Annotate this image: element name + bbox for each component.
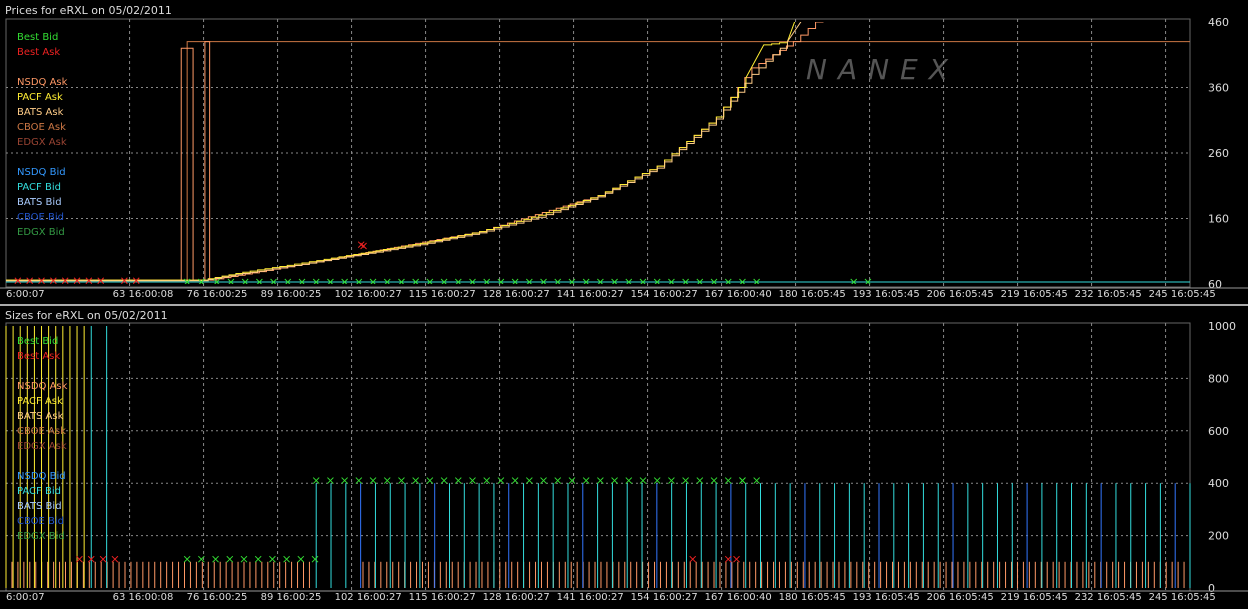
x-tick-label: 115 16:00:27: [409, 289, 476, 300]
x-tick-label: 89 16:00:25: [261, 289, 322, 300]
legend-item: CBOE Bid: [17, 516, 64, 527]
x-tick-label: 154 16:00:27: [631, 289, 698, 300]
x-tick-label: 6:00:07: [6, 592, 45, 603]
legend-item: PACF Ask: [17, 92, 63, 103]
chart-svg: Prices for eRXL on 05/02/2011 NANEX Best…: [0, 0, 1248, 605]
x-tick-label: 180 16:05:45: [779, 289, 846, 300]
x-tick-label: 128 16:00:27: [483, 289, 550, 300]
legend-item: CBOE Bid: [17, 212, 64, 223]
legend-item: EDGX Ask: [17, 137, 67, 148]
x-tick-label: 180 16:05:45: [779, 592, 846, 603]
chart-window: Prices for eRXL on 05/02/2011 NANEX Best…: [0, 0, 1248, 605]
y-tick-label: 160: [1208, 213, 1229, 226]
legend-item: Best Ask: [17, 351, 60, 362]
legend-item: BATS Bid: [17, 501, 62, 512]
legend-item: EDGX Bid: [17, 531, 65, 542]
x-tick-label: 141 16:00:27: [557, 289, 624, 300]
x-tick-label: 76 16:00:25: [187, 592, 248, 603]
y-tick-label: 360: [1208, 82, 1229, 95]
x-tick-label: 128 16:00:27: [483, 592, 550, 603]
legend-item: CBOE Ask: [17, 426, 66, 437]
x-tick-label: 115 16:00:27: [409, 592, 476, 603]
legend-item: Best Bid: [17, 336, 58, 347]
x-tick-label: 193 16:05:45: [853, 289, 920, 300]
y-tick-label: 400: [1208, 477, 1229, 490]
legend-item: BATS Bid: [17, 197, 62, 208]
x-tick-label: 6:00:07: [6, 289, 45, 300]
legend-item: NSDQ Ask: [17, 381, 68, 392]
x-tick-label: 232 16:05:45: [1075, 289, 1142, 300]
legend-item: Best Ask: [17, 47, 60, 58]
x-tick-label: 102 16:00:27: [335, 289, 402, 300]
legend-item: NSDQ Bid: [17, 471, 66, 482]
x-tick-label: 63 16:00:08: [113, 592, 174, 603]
x-tick-label: 89 16:00:25: [261, 592, 322, 603]
legend-item: PACF Bid: [17, 182, 61, 193]
legend-item: EDGX Ask: [17, 441, 67, 452]
y-tick-label: 600: [1208, 425, 1229, 438]
legend-item: NSDQ Ask: [17, 77, 68, 88]
legend-item: CBOE Ask: [17, 122, 66, 133]
x-tick-label: 245 16:05:45: [1149, 592, 1216, 603]
sizes-title: Sizes for eRXL on 05/02/2011: [5, 309, 168, 322]
x-tick-label: 102 16:00:27: [335, 592, 402, 603]
legend-item: EDGX Bid: [17, 227, 65, 238]
watermark: NANEX: [806, 53, 959, 86]
x-tick-label: 206 16:05:45: [927, 592, 994, 603]
x-tick-label: 63 16:00:08: [113, 289, 174, 300]
x-tick-label: 141 16:00:27: [557, 592, 624, 603]
x-tick-label: 193 16:05:45: [853, 592, 920, 603]
y-tick-label: 260: [1208, 147, 1229, 160]
y-tick-label: 200: [1208, 530, 1229, 543]
legend-item: Best Bid: [17, 32, 58, 43]
y-tick-label: 460: [1208, 16, 1229, 29]
y-tick-label: 1000: [1208, 320, 1236, 333]
x-tick-label: 219 16:05:45: [1001, 592, 1068, 603]
x-tick-label: 245 16:05:45: [1149, 289, 1216, 300]
y-tick-label: 800: [1208, 372, 1229, 385]
prices-title: Prices for eRXL on 05/02/2011: [5, 4, 172, 17]
x-tick-label: 167 16:00:40: [705, 289, 772, 300]
legend-item: BATS Ask: [17, 107, 64, 118]
legend-item: PACF Bid: [17, 486, 61, 497]
x-tick-label: 154 16:00:27: [631, 592, 698, 603]
x-tick-label: 232 16:05:45: [1075, 592, 1142, 603]
legend-item: BATS Ask: [17, 411, 64, 422]
legend-item: NSDQ Bid: [17, 167, 66, 178]
legend-item: PACF Ask: [17, 396, 63, 407]
x-tick-label: 219 16:05:45: [1001, 289, 1068, 300]
x-tick-label: 167 16:00:40: [705, 592, 772, 603]
x-tick-label: 206 16:05:45: [927, 289, 994, 300]
x-tick-label: 76 16:00:25: [187, 289, 248, 300]
